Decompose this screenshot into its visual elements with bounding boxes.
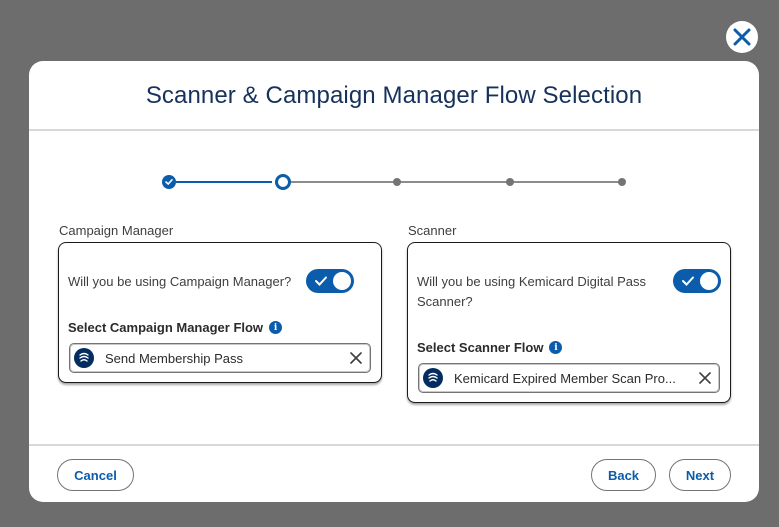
check-icon <box>165 179 173 186</box>
close-icon <box>733 28 751 46</box>
campaign-manager-flow-lookup[interactable]: Send Membership Pass <box>69 343 371 373</box>
scanner-section-label: Scanner <box>408 223 457 238</box>
toggle-knob <box>333 272 351 290</box>
campaign-manager-selected-flow: Send Membership Pass <box>105 350 244 366</box>
step-connector-4 <box>510 181 622 183</box>
campaign-manager-flow-label: Select Campaign Manager Flow i <box>68 320 283 335</box>
check-icon <box>682 276 694 286</box>
modal-header: Scanner & Campaign Manager Flow Selectio… <box>29 61 759 131</box>
back-button[interactable]: Back <box>591 459 656 491</box>
next-button[interactable]: Next <box>669 459 731 491</box>
step-3[interactable] <box>393 178 401 186</box>
info-icon[interactable]: i <box>269 321 283 334</box>
scanner-selected-flow: Kemicard Expired Member Scan Pro... <box>454 370 676 386</box>
toggle-knob <box>700 272 718 290</box>
scanner-flow-label: Select Scanner Flow i <box>417 340 563 355</box>
step-5[interactable] <box>618 178 626 186</box>
scanner-flow-lookup[interactable]: Kemicard Expired Member Scan Pro... <box>418 363 720 393</box>
scanner-card: Will you be using Kemicard Digital Pass … <box>407 242 731 403</box>
step-2-current[interactable] <box>275 174 291 190</box>
step-4[interactable] <box>506 178 514 186</box>
scanner-flow-label-text: Select Scanner Flow <box>417 340 544 355</box>
campaign-manager-question: Will you be using Campaign Manager? <box>68 274 292 289</box>
campaign-manager-card: Will you be using Campaign Manager? Sele… <box>58 242 382 383</box>
modal-title: Scanner & Campaign Manager Flow Selectio… <box>145 81 643 109</box>
campaign-manager-toggle[interactable] <box>306 269 354 293</box>
cancel-button[interactable]: Cancel <box>57 459 134 491</box>
modal-footer: Cancel Back Next <box>29 444 759 502</box>
close-modal-button[interactable] <box>726 21 758 53</box>
scanner-toggle[interactable] <box>673 269 721 293</box>
scanner-question: Will you be using Kemicard Digital Pass … <box>417 274 647 309</box>
flow-icon <box>74 348 94 368</box>
check-icon <box>315 276 327 286</box>
clear-icon[interactable] <box>699 372 711 384</box>
modal-body: Campaign Manager Will you be using Campa… <box>29 131 759 444</box>
step-1-completed[interactable] <box>162 175 176 189</box>
flow-selection-modal: Scanner & Campaign Manager Flow Selectio… <box>29 61 759 502</box>
step-connector-3 <box>397 181 510 183</box>
campaign-manager-section-label: Campaign Manager <box>59 223 174 238</box>
step-connector-2 <box>291 181 397 183</box>
flow-icon <box>423 368 443 388</box>
clear-icon[interactable] <box>350 352 362 364</box>
info-icon[interactable]: i <box>549 341 563 354</box>
campaign-manager-flow-label-text: Select Campaign Manager Flow <box>68 320 264 335</box>
step-connector-1 <box>176 181 272 183</box>
